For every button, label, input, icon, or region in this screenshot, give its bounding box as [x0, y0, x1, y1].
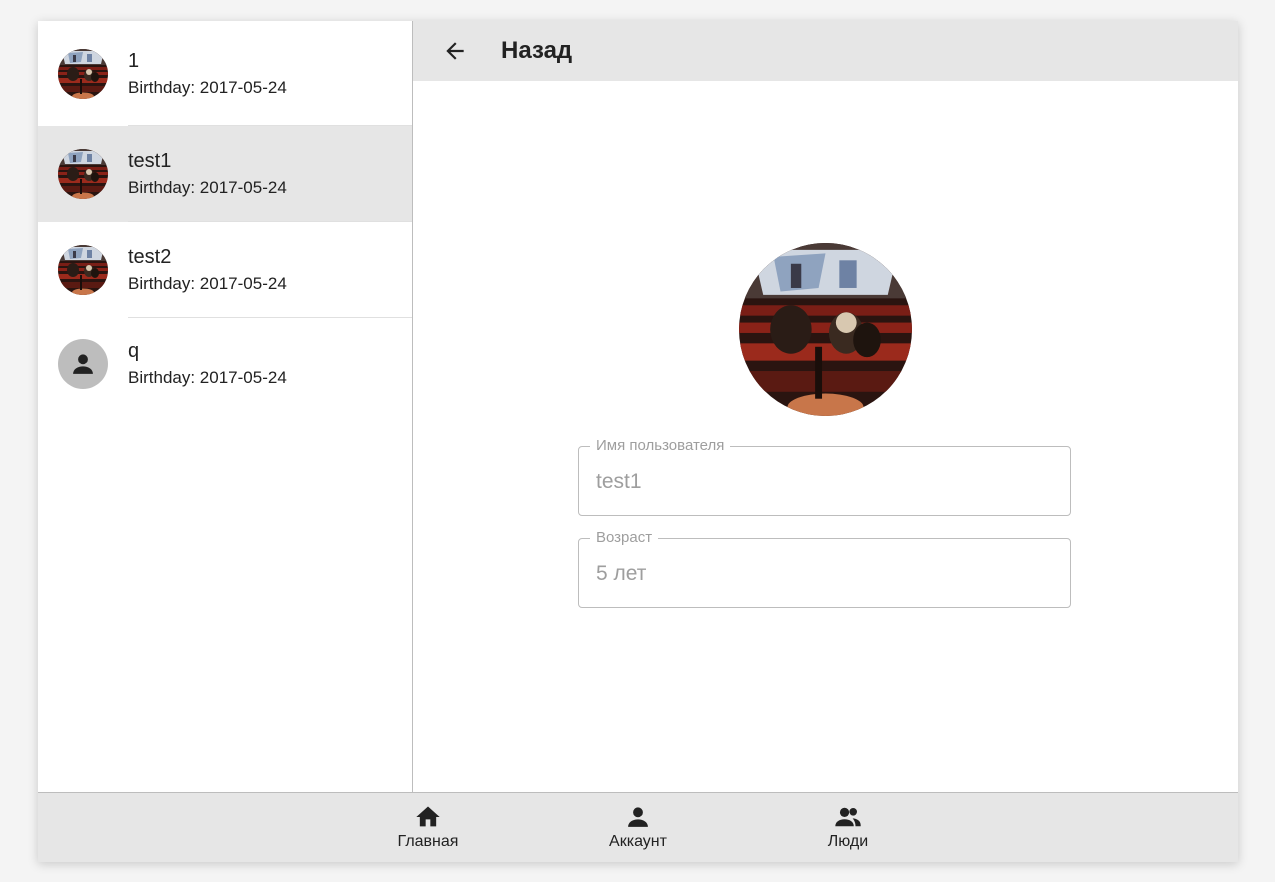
profile-photo-image: [739, 243, 912, 416]
list-item-title: 1: [128, 49, 140, 72]
list-item-person-test2[interactable]: test2 Birthday: 2017-05-24: [38, 222, 412, 318]
avatar: [58, 49, 108, 99]
nav-people[interactable]: Люди: [788, 803, 908, 851]
list-item-text: test1 Birthday: 2017-05-24: [128, 148, 287, 200]
avatar-photo: [58, 149, 108, 199]
list-item-subtitle: Birthday: 2017-05-24: [128, 274, 287, 293]
list-item-person-test1[interactable]: test1 Birthday: 2017-05-24: [38, 126, 412, 222]
list-item-text: test2 Birthday: 2017-05-24: [128, 244, 287, 296]
list-item-subtitle: Birthday: 2017-05-24: [128, 77, 287, 97]
nav-account-label: Аккаунт: [609, 833, 667, 850]
toolbar-title: Назад: [501, 37, 573, 64]
list-item-title: q: [128, 340, 140, 362]
nav-home[interactable]: Главная: [368, 803, 488, 851]
list-item-text: q Birthday: 2017-05-24: [128, 338, 287, 390]
list-item-title: test2: [128, 246, 172, 268]
bottom-navigation: Главная Аккаунт Люди: [38, 792, 1238, 862]
age-field[interactable]: Возраст 5 лет: [578, 529, 1071, 608]
home-icon: [416, 806, 440, 827]
people-list: 1 Birthday: 2017-05-24 test1 Birthday: 2…: [38, 21, 413, 792]
avatar: [58, 149, 108, 199]
avatar-photo: [58, 245, 108, 295]
nav-people-label: Люди: [827, 833, 869, 850]
age-label: Возраст: [590, 529, 659, 547]
people-icon: [835, 807, 861, 827]
nav-account[interactable]: Аккаунт: [578, 803, 698, 851]
username-value: test1: [596, 470, 642, 493]
list-item-person-1[interactable]: 1 Birthday: 2017-05-24: [38, 21, 412, 126]
profile-photo: [739, 243, 912, 416]
age-value: 5 лет: [596, 562, 647, 585]
username-field[interactable]: Имя пользователя test1: [578, 437, 1071, 516]
arrow-left-icon: [446, 42, 464, 60]
detail-toolbar: Назад: [413, 21, 1238, 81]
person-icon: [73, 354, 93, 374]
avatar-photo: [58, 49, 108, 99]
list-item-text: 1 Birthday: 2017-05-24: [128, 48, 287, 100]
person-detail-panel: Назад Имя пользователя test1 Возраст 5 л…: [413, 21, 1238, 792]
list-item-title: test1: [128, 150, 172, 172]
app-window: 1 Birthday: 2017-05-24 test1 Birthday: 2…: [38, 21, 1238, 862]
avatar: [58, 339, 108, 389]
nav-home-label: Главная: [397, 833, 459, 850]
avatar: [58, 245, 108, 295]
person-icon: [628, 807, 648, 827]
list-item-subtitle: Birthday: 2017-05-24: [128, 368, 287, 387]
username-label: Имя пользователя: [590, 437, 731, 455]
list-item-subtitle: Birthday: 2017-05-24: [128, 178, 287, 197]
back-button[interactable]: [435, 31, 475, 71]
list-item-person-q[interactable]: q Birthday: 2017-05-24: [38, 318, 412, 410]
